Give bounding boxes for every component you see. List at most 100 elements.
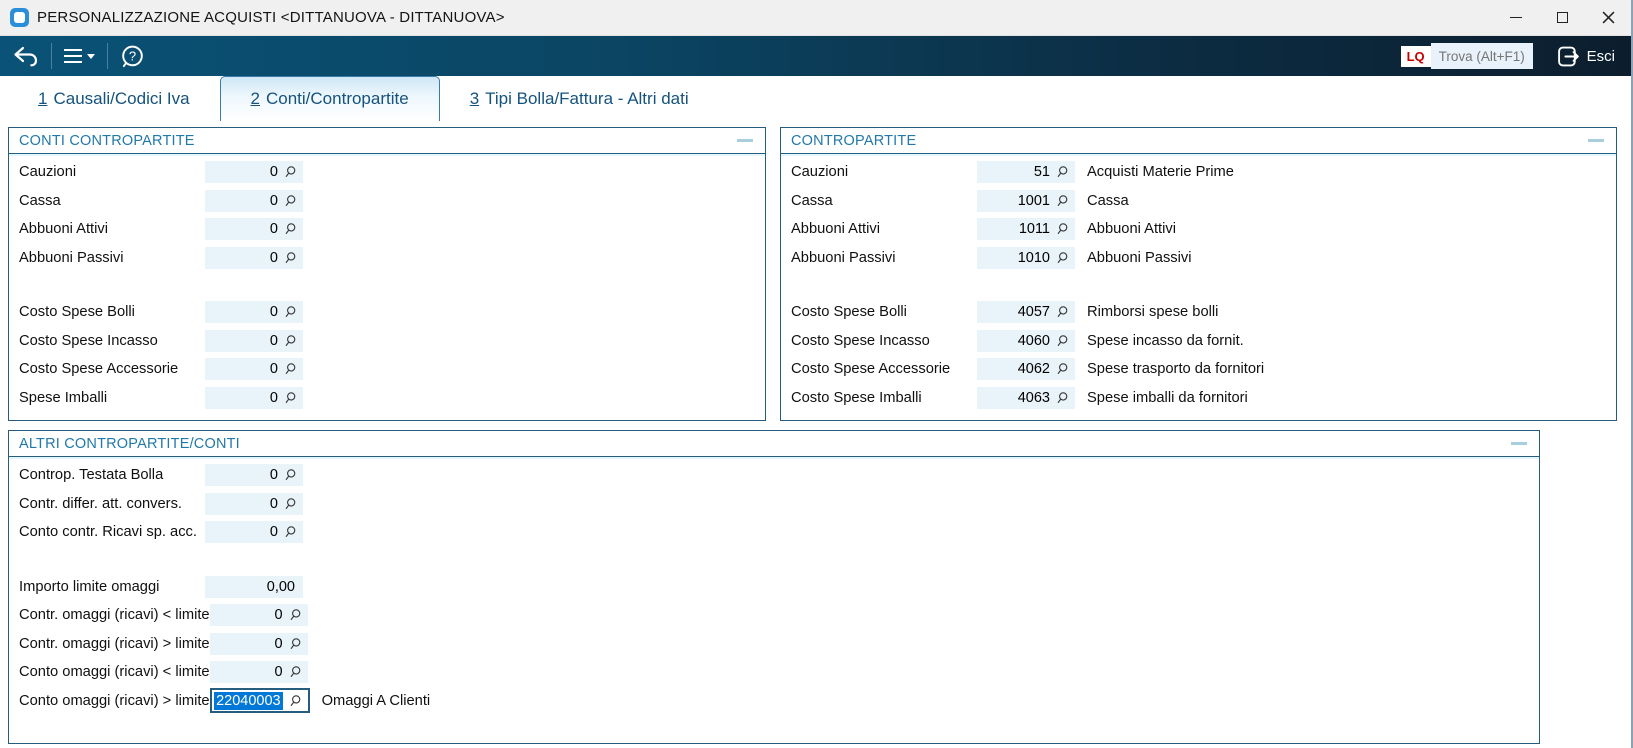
field-value: 4062 [1017, 361, 1050, 378]
panel-contropartite: CONTROPARTITE Cauzioni 51 Acquisti Materie… [780, 127, 1617, 421]
search-lens-icon[interactable] [1056, 222, 1070, 236]
close-button[interactable] [1585, 0, 1631, 35]
search-lens-icon[interactable] [284, 305, 298, 319]
tab-number: 2 [250, 89, 260, 108]
field-row: Abbuoni Passivi 0 [9, 244, 765, 273]
field-row: Contr. omaggi (ricavi) > limite 0 [9, 630, 1539, 659]
search-lens-icon[interactable] [289, 665, 303, 679]
field-value: 0 [269, 524, 278, 541]
field-value: 0 [269, 304, 278, 321]
toolbar: ? LQ Esci [0, 36, 1631, 76]
field-input[interactable]: 0 [205, 189, 303, 212]
search-lens-icon[interactable] [289, 637, 303, 651]
search-lens-icon[interactable] [1056, 391, 1070, 405]
field-row: Conto omaggi (ricavi) > limite 22040003 Om… [9, 687, 1539, 716]
field-input[interactable]: 0 [209, 604, 308, 627]
search-lens-icon[interactable] [284, 468, 298, 482]
field-input[interactable]: 4057 [977, 301, 1075, 324]
field-row: Controp. Testata Bolla 0 [9, 461, 1539, 490]
field-input[interactable]: 1001 [977, 189, 1075, 212]
tab-bar: 1 Causali/Codici Iva 2 Conti/Contropartite 3… [0, 76, 1631, 121]
field-input[interactable]: 0 [205, 329, 303, 352]
search-lens-icon[interactable] [284, 194, 298, 208]
field-input[interactable]: 0 [205, 464, 303, 487]
tab-label: Causali/Codici Iva [53, 88, 190, 108]
field-label: Abbuoni Attivi [19, 221, 108, 238]
search-lens-icon[interactable] [284, 362, 298, 376]
field-input[interactable]: 22040003 [209, 688, 310, 714]
panel-title: CONTI CONTROPARTITE [19, 132, 195, 149]
search-lens-icon[interactable] [1056, 251, 1070, 265]
close-icon [1602, 11, 1614, 24]
field-input[interactable]: 4062 [977, 358, 1075, 381]
field-input[interactable]: 0 [205, 358, 303, 381]
field-input[interactable]: 51 [977, 161, 1075, 184]
field-row: Cassa 1001 Cassa [781, 187, 1616, 216]
field-label: Cauzioni [19, 164, 77, 181]
field-label: Cassa [19, 192, 61, 209]
field-section: Costo Spese Bolli 0 Costo Spese Incasso 0 Co… [9, 298, 765, 412]
field-input[interactable]: 0 [209, 661, 308, 684]
field-input[interactable]: 1010 [977, 246, 1075, 269]
maximize-button[interactable] [1539, 0, 1585, 35]
collapse-panel-icon[interactable] [737, 139, 753, 142]
field-description: Abbuoni Attivi [1087, 221, 1176, 238]
field-row: Costo Spese Imballi 4063 Spese imballi da … [781, 384, 1616, 413]
search-lens-icon[interactable] [284, 497, 298, 511]
field-input[interactable]: 0 [205, 386, 303, 409]
field-input[interactable]: 4060 [977, 329, 1075, 352]
search-lens-icon[interactable] [1056, 334, 1070, 348]
search-lens-icon[interactable] [284, 165, 298, 179]
minimize-button[interactable] [1493, 0, 1539, 35]
field-value: 4057 [1017, 304, 1050, 321]
search-lens-icon[interactable] [284, 334, 298, 348]
tab-causali-codici-iva[interactable]: 1 Causali/Codici Iva [8, 76, 220, 121]
search-lens-icon[interactable] [289, 694, 303, 708]
main-menu-button[interactable] [52, 40, 107, 72]
exit-button[interactable]: Esci [1543, 36, 1631, 76]
field-label: Cauzioni [791, 164, 849, 181]
tab-tipi-bolla-fattura-altri-dati[interactable]: 3 Tipi Bolla/Fattura - Altri dati [440, 76, 719, 121]
search-lens-icon[interactable] [1056, 305, 1070, 319]
field-input[interactable]: 0 [209, 632, 308, 655]
field-input[interactable]: 0,00 [205, 575, 303, 598]
field-input[interactable]: 0 [205, 492, 303, 515]
collapse-panel-icon[interactable] [1588, 139, 1604, 142]
field-label: Conto contr. Ricavi sp. acc. [19, 524, 197, 541]
field-section: Costo Spese Bolli 4057 Rimborsi spese boll… [781, 298, 1616, 412]
search-lens-icon[interactable] [1056, 165, 1070, 179]
field-row: Conto contr. Ricavi sp. acc. 0 [9, 518, 1539, 547]
field-input[interactable]: 0 [205, 218, 303, 241]
search-lens-icon[interactable] [1056, 194, 1070, 208]
tab-number: 3 [469, 88, 480, 108]
field-label: Abbuoni Attivi [791, 221, 880, 238]
back-button[interactable] [0, 40, 51, 72]
search-lens-icon[interactable] [289, 608, 303, 622]
tab-label: Conti/Contropartite [266, 89, 409, 108]
field-section: Cauzioni 0 Cassa 0 Abbuoni Attivi 0 Abbuoni Pa… [9, 158, 765, 272]
field-input[interactable]: 4063 [977, 386, 1075, 409]
field-description: Omaggi A Clienti [321, 692, 431, 709]
collapse-panel-icon[interactable] [1511, 442, 1527, 445]
app-window: PERSONALIZZAZIONE ACQUISTI <DITTANUOVA -… [0, 0, 1633, 748]
search-lens-icon[interactable] [1056, 362, 1070, 376]
help-button[interactable]: ? [108, 40, 157, 72]
field-input[interactable]: 1011 [977, 218, 1075, 241]
field-input[interactable]: 0 [205, 521, 303, 544]
field-section: Cauzioni 51 Acquisti Materie Prime Cassa 100… [781, 158, 1616, 272]
field-label: Contr. differ. att. convers. [19, 495, 183, 512]
field-row: Costo Spese Accessorie 4062 Spese trasport… [781, 355, 1616, 384]
search-lens-icon[interactable] [284, 525, 298, 539]
field-input[interactable]: 0 [205, 301, 303, 324]
field-input[interactable]: 0 [205, 246, 303, 269]
field-label: Conto omaggi (ricavi) > limite [19, 692, 210, 709]
search-lens-icon[interactable] [284, 251, 298, 265]
field-row: Spese Imballi 0 [9, 384, 765, 413]
search-lens-icon[interactable] [284, 222, 298, 236]
field-input[interactable]: 0 [205, 161, 303, 184]
field-value: 0 [269, 332, 278, 349]
search-lens-icon[interactable] [284, 391, 298, 405]
search-input[interactable] [1430, 43, 1533, 69]
field-description: Abbuoni Passivi [1087, 249, 1192, 266]
tab-conti-contropartite[interactable]: 2 Conti/Contropartite [219, 76, 440, 121]
